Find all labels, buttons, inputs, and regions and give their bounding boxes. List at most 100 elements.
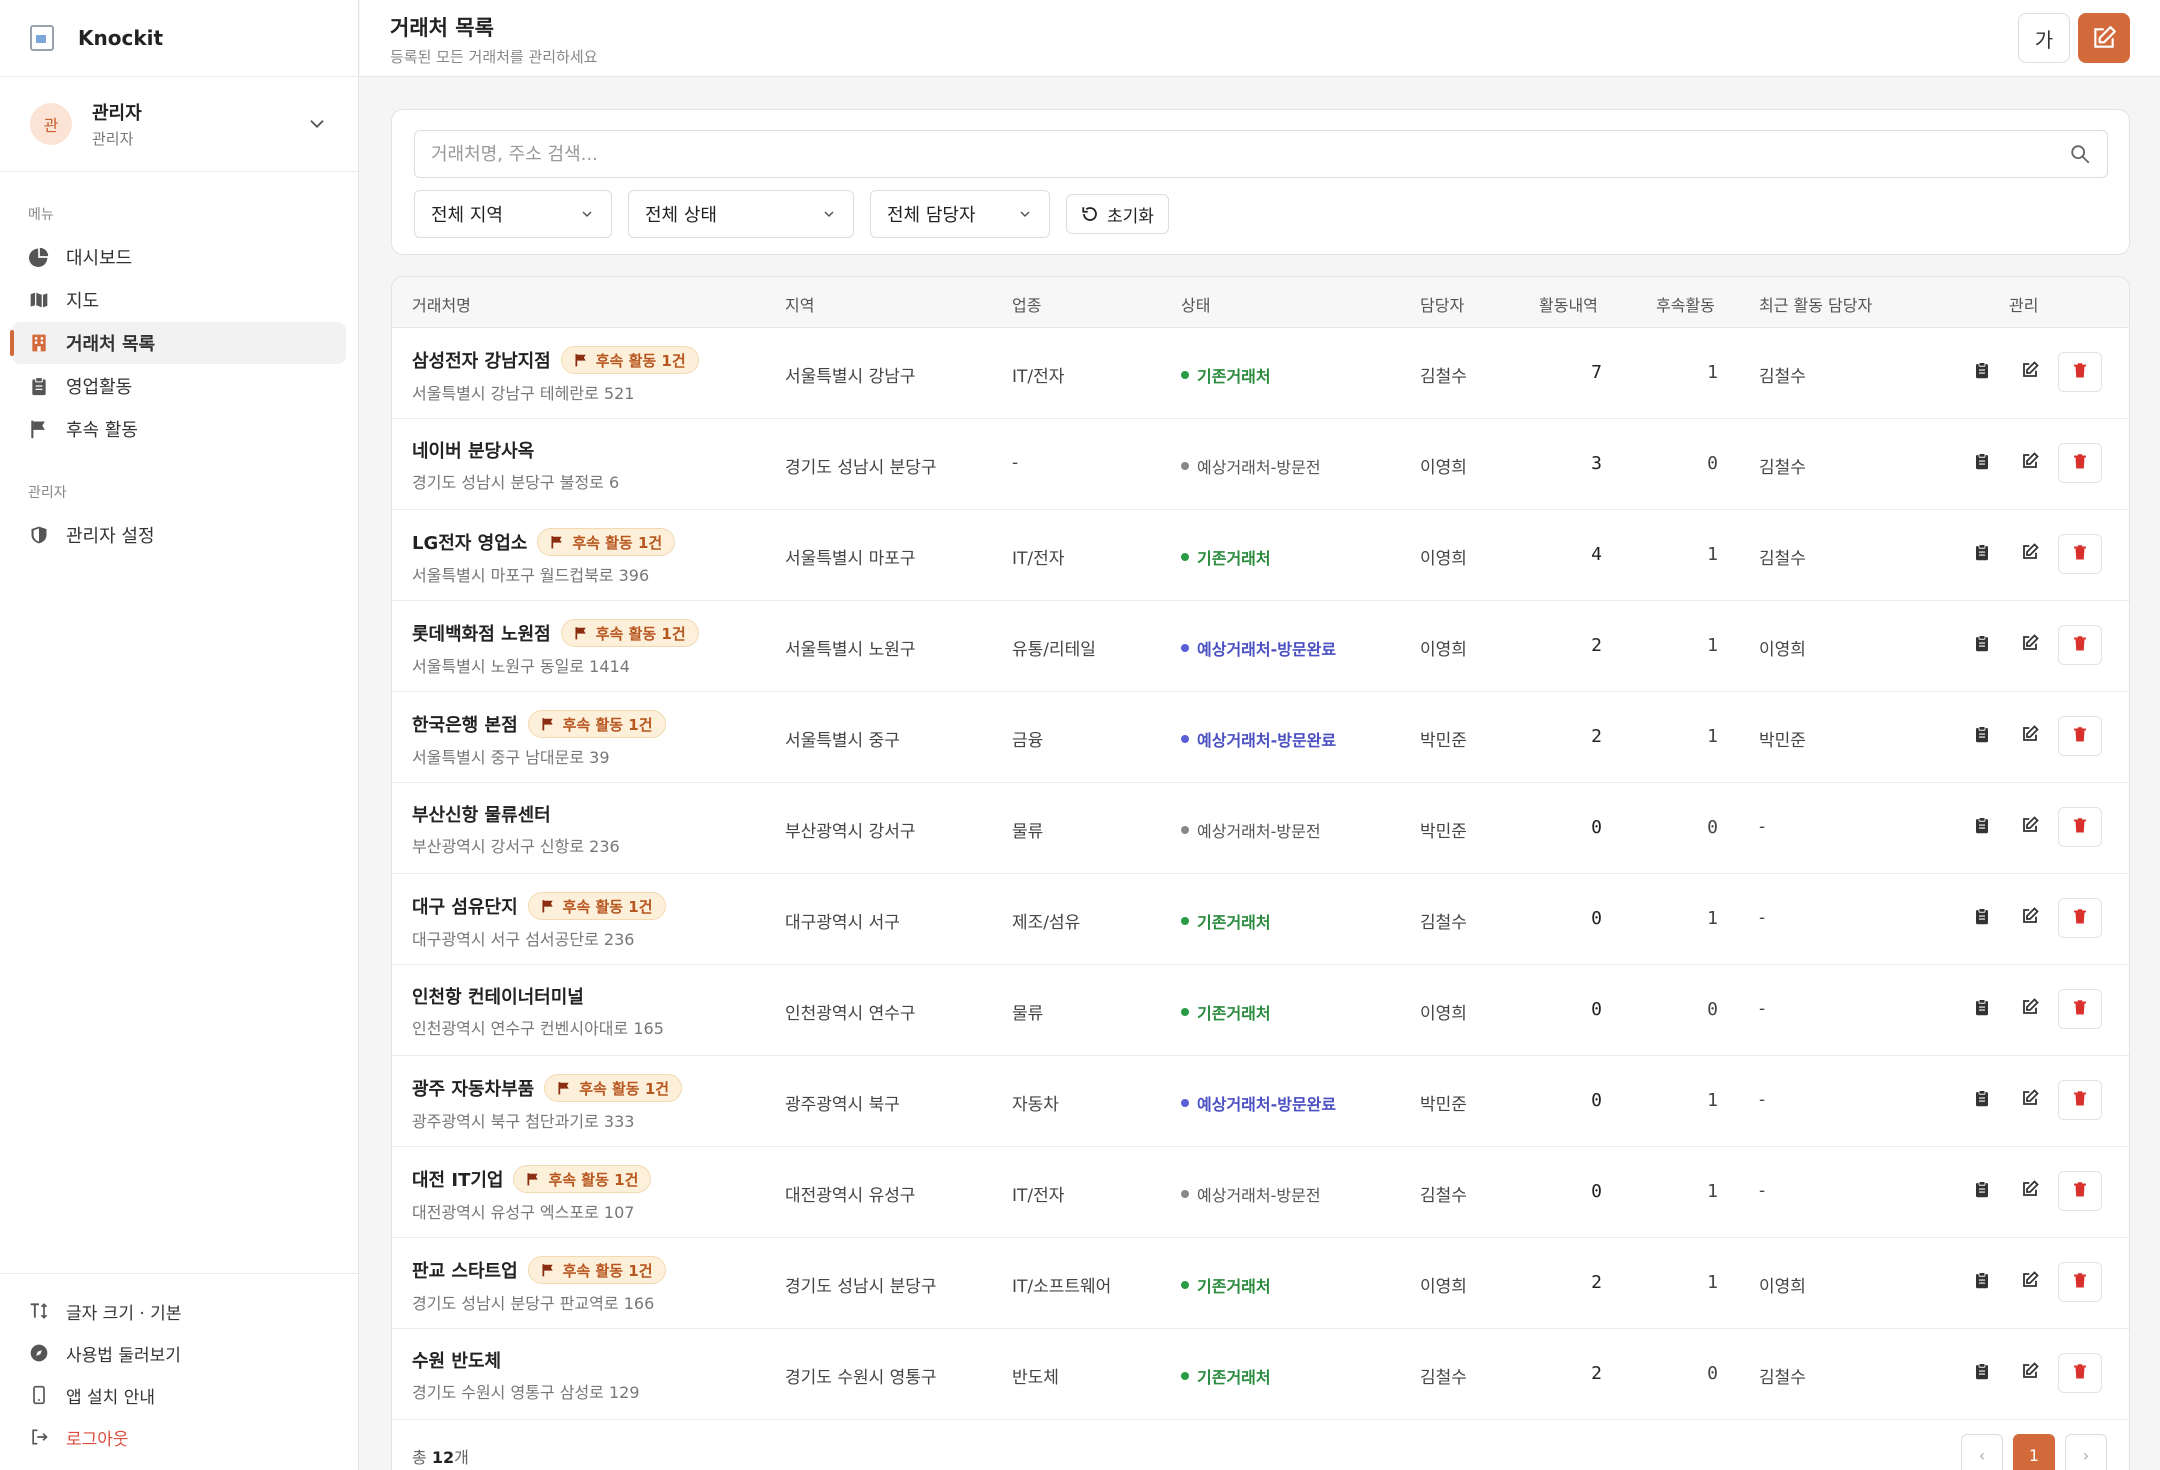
client-industry: 제조/섬유 [1012, 913, 1081, 933]
client-name[interactable]: 인천항 컨테이너터미널 [412, 983, 584, 1009]
client-name[interactable]: 수원 반도체 [412, 1347, 501, 1373]
followup-count: 1 [1707, 544, 1718, 565]
next-page-button[interactable]: › [2065, 1434, 2107, 1470]
edit-button[interactable] [2010, 1262, 2050, 1302]
col-followup[interactable]: 후속활동 [1656, 292, 1715, 316]
sidebar-item-dashboard[interactable]: 대시보드 [12, 236, 346, 278]
client-name[interactable]: 롯데백화점 노원점 [412, 620, 551, 646]
activity-log-button[interactable] [1962, 1171, 2002, 1211]
edit-button[interactable] [2010, 1353, 2050, 1393]
delete-button[interactable] [2058, 1353, 2102, 1393]
page-button-current[interactable]: 1 [2013, 1434, 2055, 1470]
brand[interactable]: Knockit [0, 0, 358, 77]
col-manager[interactable]: 담당자 [1420, 292, 1464, 316]
search-icon[interactable] [2069, 143, 2091, 165]
search-input[interactable] [431, 143, 2069, 165]
delete-button[interactable] [2058, 352, 2102, 392]
activity-log-button[interactable] [1962, 1262, 2002, 1302]
sidebar-item-followup[interactable]: 후속 활동 [12, 408, 346, 450]
col-activity[interactable]: 활동내역 [1539, 292, 1598, 316]
font-size-button[interactable]: 가 [2018, 13, 2070, 63]
edit-button[interactable] [2010, 625, 2050, 665]
activity-log-button[interactable] [1962, 989, 2002, 1029]
clipboard-icon [1973, 361, 1991, 383]
table-row[interactable]: 네이버 분당사옥 경기도 성남시 분당구 불정로 6 경기도 성남시 분당구 - 예상거… [392, 419, 2129, 510]
activity-log-button[interactable] [1962, 352, 2002, 392]
search-box[interactable] [414, 130, 2108, 178]
edit-button[interactable] [2010, 807, 2050, 847]
activity-log-button[interactable] [1962, 534, 2002, 574]
client-name[interactable]: 부산신항 물류센터 [412, 801, 551, 827]
client-name[interactable]: 네이버 분당사옥 [412, 437, 534, 463]
activity-log-button[interactable] [1962, 1080, 2002, 1120]
col-recent-manager[interactable]: 최근 활동 담당자 [1759, 292, 1872, 316]
manager-select[interactable]: 전체 담당자 [870, 190, 1050, 238]
chevron-down-icon[interactable] [306, 113, 328, 135]
client-name[interactable]: 삼성전자 강남지점 [412, 347, 551, 373]
table-row[interactable]: 롯데백화점 노원점 후속 활동 1건 서울특별시 노원구 동일로 1414 서울특별시… [392, 601, 2129, 692]
activity-log-button[interactable] [1962, 807, 2002, 847]
font-size-setting[interactable]: 글자 크기 · 기본 [0, 1290, 358, 1332]
col-status[interactable]: 상태 [1181, 292, 1210, 316]
tour-guide[interactable]: 사용법 둘러보기 [0, 1332, 358, 1374]
activity-log-button[interactable] [1962, 625, 2002, 665]
delete-button[interactable] [2058, 1080, 2102, 1120]
activity-log-button[interactable] [1962, 1353, 2002, 1393]
table-row[interactable]: 대전 IT기업 후속 활동 1건 대전광역시 유성구 엑스포로 107 대전광역시 유… [392, 1147, 2129, 1238]
col-region[interactable]: 지역 [785, 292, 814, 316]
edit-button[interactable] [2010, 989, 2050, 1029]
table-row[interactable]: 광주 자동차부품 후속 활동 1건 광주광역시 북구 첨단과기로 333 광주광역시 … [392, 1056, 2129, 1147]
delete-button[interactable] [2058, 807, 2102, 847]
activity-log-button[interactable] [1962, 443, 2002, 483]
delete-button[interactable] [2058, 625, 2102, 665]
col-industry[interactable]: 업종 [1012, 292, 1041, 316]
client-name[interactable]: 대전 IT기업 [412, 1166, 503, 1192]
activity-log-button[interactable] [1962, 716, 2002, 756]
delete-button[interactable] [2058, 1171, 2102, 1211]
edit-button[interactable] [2010, 1080, 2050, 1120]
edit-button[interactable] [2010, 352, 2050, 392]
sidebar-item-admin-settings[interactable]: 관리자 설정 [12, 514, 346, 556]
edit-button[interactable] [2010, 898, 2050, 938]
edit-button[interactable] [2010, 716, 2050, 756]
add-client-button[interactable] [2078, 13, 2130, 63]
delete-button[interactable] [2058, 989, 2102, 1029]
sidebar-item-sales-activity[interactable]: 영업활동 [12, 365, 346, 407]
followup-count: 0 [1707, 453, 1718, 474]
sidebar-item-map[interactable]: 지도 [12, 279, 346, 321]
prev-page-button[interactable]: ‹ [1961, 1434, 2003, 1470]
table-row[interactable]: 삼성전자 강남지점 후속 활동 1건 서울특별시 강남구 테헤란로 521 서울특별시… [392, 328, 2129, 419]
table-row[interactable]: 대구 섬유단지 후속 활동 1건 대구광역시 서구 섬서공단로 236 대구광역시 서… [392, 874, 2129, 965]
activity-count: 7 [1591, 362, 1602, 383]
user-menu[interactable]: 관 관리자 관리자 [0, 77, 358, 172]
reset-button[interactable]: 초기화 [1066, 194, 1169, 234]
shield-icon [28, 524, 50, 546]
client-name[interactable]: 판교 스타트업 [412, 1257, 518, 1283]
status-select[interactable]: 전체 상태 [628, 190, 854, 238]
delete-button[interactable] [2058, 534, 2102, 574]
delete-button[interactable] [2058, 898, 2102, 938]
activity-log-button[interactable] [1962, 898, 2002, 938]
client-name[interactable]: 광주 자동차부품 [412, 1075, 534, 1101]
client-name[interactable]: LG전자 영업소 [412, 529, 527, 555]
sidebar-item-clients[interactable]: 거래처 목록 [10, 322, 346, 364]
region-select[interactable]: 전체 지역 [414, 190, 612, 238]
table-row[interactable]: 판교 스타트업 후속 활동 1건 경기도 성남시 분당구 판교역로 166 경기도 성… [392, 1238, 2129, 1329]
client-name[interactable]: 한국은행 본점 [412, 711, 518, 737]
edit-button[interactable] [2010, 1171, 2050, 1211]
delete-button[interactable] [2058, 443, 2102, 483]
table-row[interactable]: 인천항 컨테이너터미널 인천광역시 연수구 컨벤시아대로 165 인천광역시 연수구… [392, 965, 2129, 1056]
edit-button[interactable] [2010, 443, 2050, 483]
table-row[interactable]: LG전자 영업소 후속 활동 1건 서울특별시 마포구 월드컵북로 396 서울특별시… [392, 510, 2129, 601]
clipboard-icon [1973, 816, 1991, 838]
table-row[interactable]: 수원 반도체 경기도 수원시 영통구 삼성로 129 경기도 수원시 영통구 반도체 기… [392, 1329, 2129, 1420]
col-name[interactable]: 거래처명 [412, 292, 471, 316]
delete-button[interactable] [2058, 716, 2102, 756]
app-install-guide[interactable]: 앱 설치 안내 [0, 1374, 358, 1416]
edit-button[interactable] [2010, 534, 2050, 574]
logout-button[interactable]: 로그아웃 [0, 1416, 358, 1458]
client-name[interactable]: 대구 섬유단지 [412, 893, 518, 919]
delete-button[interactable] [2058, 1262, 2102, 1302]
table-row[interactable]: 한국은행 본점 후속 활동 1건 서울특별시 중구 남대문로 39 서울특별시 중구 금… [392, 692, 2129, 783]
table-row[interactable]: 부산신항 물류센터 부산광역시 강서구 신항로 236 부산광역시 강서구 물류 예상거… [392, 783, 2129, 874]
